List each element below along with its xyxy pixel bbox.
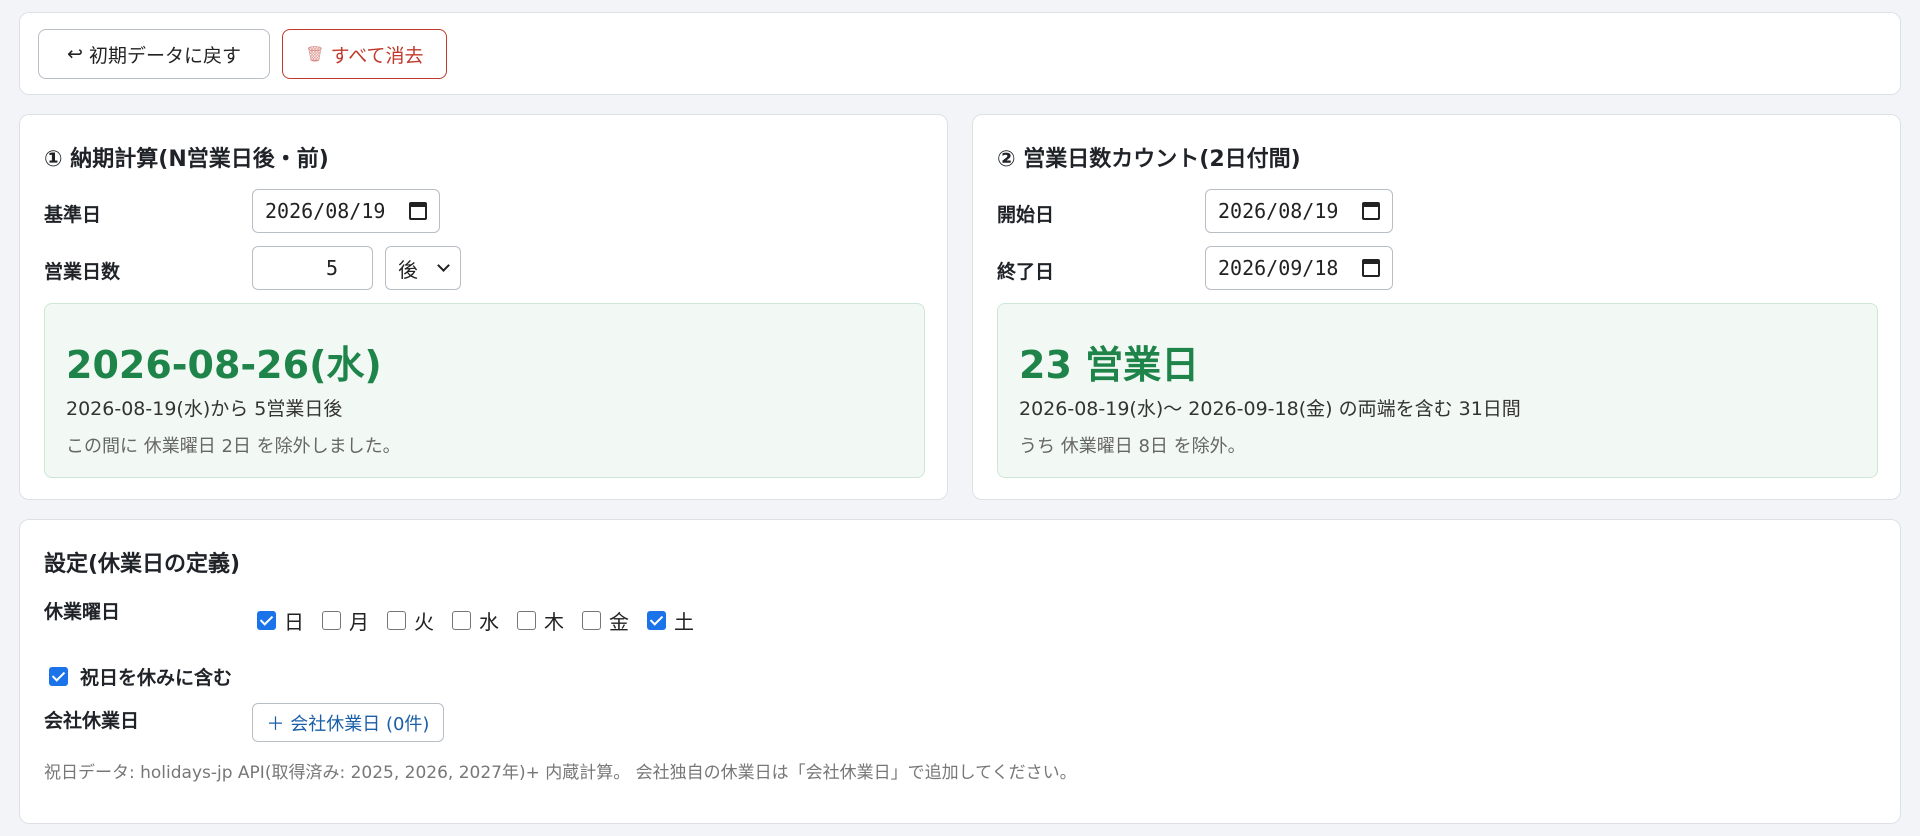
settings-title: 設定(休業日の定義) (44, 552, 241, 577)
weekday-checkbox[interactable] (647, 611, 666, 630)
weekday-checkbox[interactable] (257, 611, 276, 630)
weekday-option-sat[interactable]: 土 (647, 606, 694, 635)
weekday-checkbox[interactable] (582, 611, 601, 630)
holiday-data-footnote: 祝日データ: holidays-jp API(取得済み: 2025, 2026,… (44, 763, 1077, 783)
calendar-icon[interactable] (1362, 259, 1380, 277)
deadline-calc-title: ① 納期計算(N営業日後・前) (44, 147, 329, 172)
deadline-calc-panel: ① 納期計算(N営業日後・前) 基準日 2026/08/19 営業日数 5 後 … (19, 114, 948, 500)
weekday-label: 木 (544, 610, 564, 634)
weekday-label: 月 (349, 610, 369, 634)
weekday-checkbox[interactable] (517, 611, 536, 630)
weekday-option-mon[interactable]: 月 (322, 606, 369, 635)
start-date-label: 開始日 (997, 204, 1055, 226)
count-calc-title: ② 営業日数カウント(2日付間) (997, 147, 1301, 172)
end-date-value: 2026/09/18 (1218, 256, 1339, 280)
weekday-checkbox-group: 日 月 火 水 木 金 土 (257, 606, 694, 635)
start-date-value: 2026/08/19 (1218, 199, 1339, 223)
direction-select[interactable]: 後 (385, 246, 461, 290)
settings-panel: 設定(休業日の定義) 休業曜日 日 月 火 水 木 金 土 祝日を休みに含む 会… (19, 519, 1901, 824)
deadline-result-note: この間に 休業曜日 2日 を除外しました。 (66, 436, 401, 457)
company-holidays-label: 会社休業日 (44, 710, 140, 732)
chevron-down-icon (437, 259, 450, 272)
base-date-input[interactable]: 2026/08/19 (252, 189, 440, 233)
weekday-label: 火 (414, 610, 434, 634)
reset-button-label: 初期データに戻す (88, 44, 241, 67)
business-days-label: 営業日数 (44, 261, 121, 283)
clear-all-button[interactable]: 🗑 すべて消去 (282, 29, 447, 79)
weekday-label: 金 (609, 610, 629, 634)
deadline-result-box: 2026-08-26(水) 2026-08-19(水)から 5営業日後 この間に… (44, 303, 925, 478)
weekday-option-tue[interactable]: 火 (387, 606, 434, 635)
start-date-input[interactable]: 2026/08/19 (1205, 189, 1393, 233)
count-result-note: うち 休業曜日 8日 を除外。 (1019, 436, 1246, 457)
weekday-label: 日 (284, 610, 304, 634)
weekday-checkbox[interactable] (452, 611, 471, 630)
toolbar: ↩ 初期データに戻す 🗑 すべて消去 (19, 12, 1901, 95)
weekday-option-sun[interactable]: 日 (257, 606, 304, 635)
weekday-checkbox[interactable] (322, 611, 341, 630)
count-result-detail: 2026-08-19(水)〜 2026-09-18(金) の両端を含む 31日間 (1019, 398, 1521, 420)
weekday-label: 土 (674, 610, 694, 634)
direction-value: 後 (398, 257, 418, 282)
business-days-value: 5 (325, 256, 338, 280)
base-date-value: 2026/08/19 (265, 199, 386, 223)
weekday-checkbox[interactable] (387, 611, 406, 630)
add-company-holiday-label: ＋ 会社休業日 (0件) (266, 713, 430, 735)
reset-button[interactable]: ↩ 初期データに戻す (38, 29, 270, 79)
end-date-label: 終了日 (997, 261, 1055, 283)
deadline-result-date: 2026-08-26(水) (66, 343, 382, 387)
business-day-count-panel: ② 営業日数カウント(2日付間) 開始日 2026/08/19 終了日 2026… (972, 114, 1901, 500)
undo-icon: ↩ (67, 43, 83, 65)
include-holidays-label: 祝日を休みに含む (80, 667, 233, 689)
weekday-option-wed[interactable]: 水 (452, 606, 499, 635)
weekday-label: 水 (479, 610, 499, 634)
trash-icon: 🗑 (305, 45, 325, 63)
clear-button-label: すべて消去 (330, 44, 424, 67)
count-result-box: 23 営業日 2026-08-19(水)〜 2026-09-18(金) の両端を… (997, 303, 1878, 478)
weekday-option-thu[interactable]: 木 (517, 606, 564, 635)
add-company-holiday-button[interactable]: ＋ 会社休業日 (0件) (252, 703, 444, 742)
business-days-input[interactable]: 5 (252, 246, 373, 290)
include-holidays-option[interactable]: 祝日を休みに含む (49, 663, 232, 690)
base-date-label: 基準日 (44, 204, 102, 226)
end-date-input[interactable]: 2026/09/18 (1205, 246, 1393, 290)
closed-weekdays-label: 休業曜日 (44, 601, 121, 623)
count-result-days: 23 営業日 (1019, 343, 1200, 387)
include-holidays-checkbox[interactable] (49, 667, 68, 686)
deadline-result-detail: 2026-08-19(水)から 5営業日後 (66, 398, 343, 420)
calendar-icon[interactable] (409, 202, 427, 220)
weekday-option-fri[interactable]: 金 (582, 606, 629, 635)
calendar-icon[interactable] (1362, 202, 1380, 220)
